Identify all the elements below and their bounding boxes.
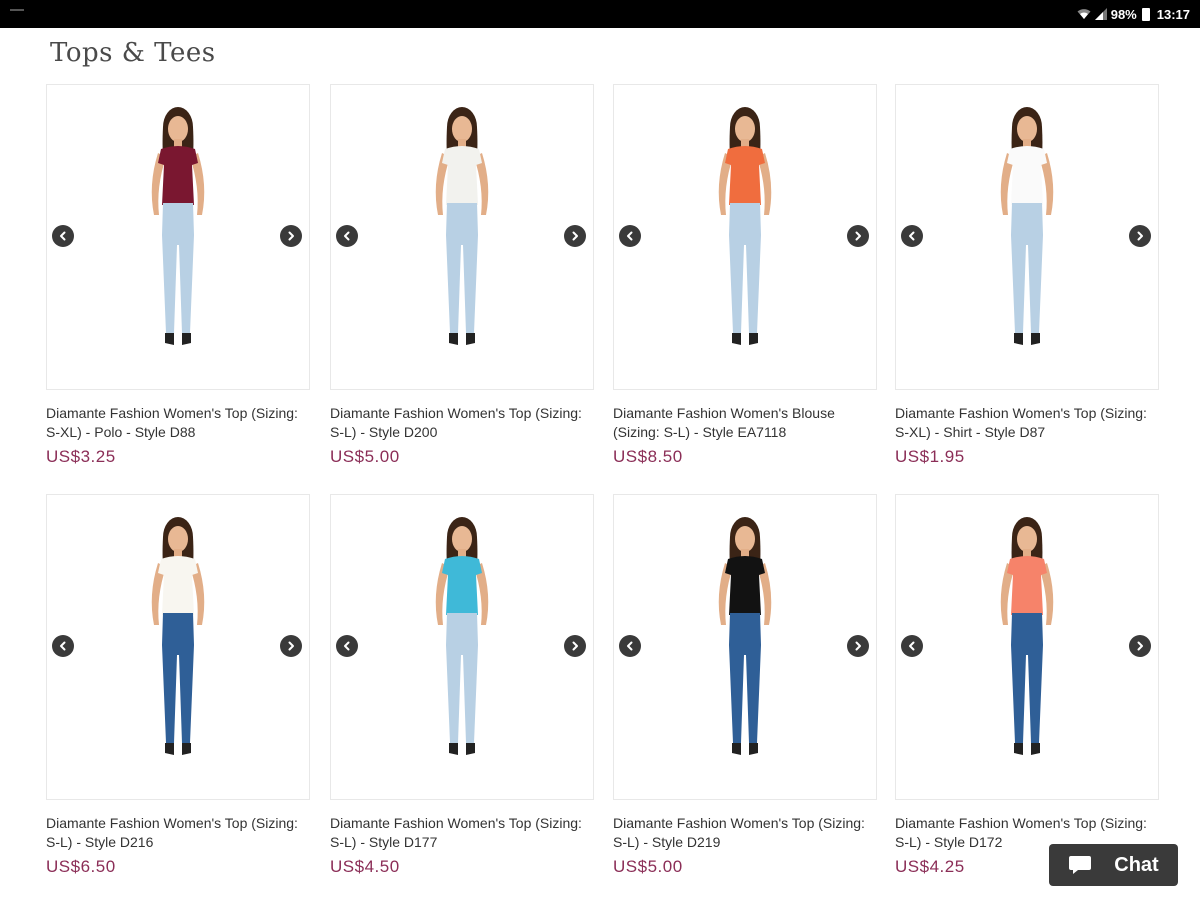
product-card[interactable]: Diamante Fashion Women's Top (Sizing: S-… (46, 84, 310, 467)
product-image-carousel[interactable] (330, 84, 594, 390)
chevron-left-icon (627, 231, 633, 241)
product-photo (435, 517, 489, 755)
product-photo (718, 517, 772, 755)
carousel-prev-button[interactable] (901, 635, 923, 657)
product-price: US$8.50 (613, 447, 683, 466)
carousel-next-button[interactable] (280, 635, 302, 657)
product-image-carousel[interactable] (330, 494, 594, 800)
carousel-next-button[interactable] (280, 225, 302, 247)
chevron-left-icon (627, 641, 633, 651)
product-name[interactable]: Diamante Fashion Women's Top (Sizing: S-… (895, 404, 1157, 442)
chevron-right-icon (855, 231, 861, 241)
product-name[interactable]: Diamante Fashion Women's Top (Sizing: S-… (330, 404, 592, 442)
carousel-next-button[interactable] (847, 635, 869, 657)
product-price: US$3.25 (46, 447, 116, 466)
product-card[interactable]: Diamante Fashion Women's Blouse (Sizing:… (613, 84, 877, 467)
chevron-left-icon (909, 231, 915, 241)
carousel-next-button[interactable] (564, 225, 586, 247)
product-image-carousel[interactable] (46, 494, 310, 800)
chevron-left-icon (60, 641, 66, 651)
carousel-next-button[interactable] (1129, 225, 1151, 247)
product-card[interactable]: Diamante Fashion Women's Top (Sizing: S-… (895, 84, 1159, 467)
product-photo (151, 517, 205, 755)
chevron-left-icon (344, 641, 350, 651)
product-card[interactable]: Diamante Fashion Women's Top (Sizing: S-… (46, 494, 310, 877)
carousel-prev-button[interactable] (901, 225, 923, 247)
carousel-next-button[interactable] (1129, 635, 1151, 657)
carousel-prev-button[interactable] (619, 635, 641, 657)
product-photo (435, 107, 489, 345)
product-image-carousel[interactable] (613, 84, 877, 390)
product-image-carousel[interactable] (895, 494, 1159, 800)
product-price: US$4.50 (330, 857, 400, 876)
product-price: US$5.00 (330, 447, 400, 466)
product-photo (718, 107, 772, 345)
chat-bubble-icon (1069, 856, 1092, 874)
carousel-prev-button[interactable] (336, 635, 358, 657)
chevron-left-icon (909, 641, 915, 651)
product-photo (151, 107, 205, 345)
product-image-carousel[interactable] (895, 84, 1159, 390)
carousel-prev-button[interactable] (52, 635, 74, 657)
product-name[interactable]: Diamante Fashion Women's Top (Sizing: S-… (46, 404, 308, 442)
carousel-next-button[interactable] (564, 635, 586, 657)
chat-button[interactable]: Chat (1049, 844, 1178, 886)
carousel-prev-button[interactable] (52, 225, 74, 247)
chevron-right-icon (855, 641, 861, 651)
chevron-left-icon (344, 231, 350, 241)
product-grid: Diamante Fashion Women's Top (Sizing: S-… (0, 0, 1200, 900)
product-image-carousel[interactable] (613, 494, 877, 800)
chevron-left-icon (60, 231, 66, 241)
product-card[interactable]: Diamante Fashion Women's Top (Sizing: S-… (330, 84, 594, 467)
carousel-next-button[interactable] (847, 225, 869, 247)
chevron-right-icon (572, 231, 578, 241)
product-price: US$5.00 (613, 857, 683, 876)
chevron-right-icon (288, 641, 294, 651)
chevron-right-icon (1137, 231, 1143, 241)
chat-label: Chat (1114, 853, 1159, 876)
product-price: US$6.50 (46, 857, 116, 876)
product-name[interactable]: Diamante Fashion Women's Blouse (Sizing:… (613, 404, 875, 442)
product-card[interactable]: Diamante Fashion Women's Top (Sizing: S-… (895, 494, 1159, 877)
chevron-right-icon (288, 231, 294, 241)
product-name[interactable]: Diamante Fashion Women's Top (Sizing: S-… (613, 814, 875, 852)
product-name[interactable]: Diamante Fashion Women's Top (Sizing: S-… (46, 814, 308, 852)
product-name[interactable]: Diamante Fashion Women's Top (Sizing: S-… (330, 814, 592, 852)
product-image-carousel[interactable] (46, 84, 310, 390)
chevron-right-icon (1137, 641, 1143, 651)
product-card[interactable]: Diamante Fashion Women's Top (Sizing: S-… (613, 494, 877, 877)
carousel-prev-button[interactable] (619, 225, 641, 247)
carousel-prev-button[interactable] (336, 225, 358, 247)
product-price: US$1.95 (895, 447, 965, 466)
product-card[interactable]: Diamante Fashion Women's Top (Sizing: S-… (330, 494, 594, 877)
product-photo (1000, 107, 1054, 345)
chevron-right-icon (572, 641, 578, 651)
product-photo (1000, 517, 1054, 755)
